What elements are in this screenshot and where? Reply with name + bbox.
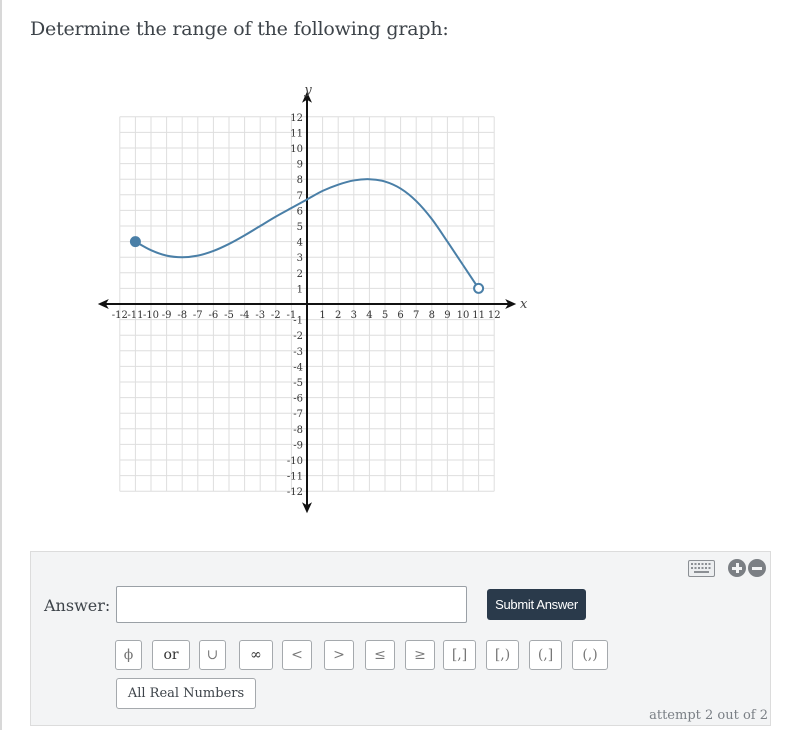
- x-tick-label: -12: [112, 310, 128, 321]
- y-tick-label: 9: [297, 160, 303, 171]
- closed-open-interval-button[interactable]: [,): [486, 640, 519, 670]
- open-open-interval-button[interactable]: (,): [572, 640, 608, 670]
- y-tick-label: 11: [290, 128, 303, 139]
- open-closed-interval-button[interactable]: (,]: [529, 640, 562, 670]
- empty-set-button[interactable]: ϕ: [115, 640, 142, 670]
- y-tick-label: -1: [293, 316, 303, 327]
- x-tick-label: -9: [162, 310, 172, 321]
- x-tick-label: 5: [382, 310, 388, 321]
- closed-endpoint: [129, 236, 141, 248]
- y-axis-label: y: [303, 83, 312, 98]
- open-endpoint: [473, 282, 485, 294]
- y-tick-label: -2: [293, 331, 303, 342]
- x-tick-label: -3: [255, 310, 265, 321]
- y-tick-label: -8: [293, 425, 303, 436]
- y-tick-label: -12: [287, 487, 303, 498]
- x-tick-label: -2: [271, 310, 281, 321]
- greater-than-button[interactable]: >: [324, 640, 354, 670]
- y-tick-label: 7: [297, 191, 303, 202]
- x-tick-label: -11: [127, 310, 143, 321]
- x-tick-label: 10: [457, 310, 470, 321]
- y-tick-label: -10: [287, 456, 303, 467]
- x-tick-label: -5: [224, 310, 234, 321]
- y-tick-label: -6: [293, 394, 303, 405]
- y-tick-label: 10: [290, 144, 303, 155]
- submit-answer-button[interactable]: Submit Answer: [487, 589, 586, 620]
- x-tick-label: 2: [335, 310, 341, 321]
- y-tick-label: -7: [293, 409, 303, 420]
- x-tick-label: -8: [177, 310, 187, 321]
- answer-label: Answer:: [44, 596, 111, 615]
- x-tick-label: 1: [319, 310, 325, 321]
- union-button[interactable]: ∪: [199, 640, 226, 670]
- y-tick-label: 3: [297, 253, 303, 264]
- attempt-counter: attempt 2 out of 2: [649, 708, 768, 723]
- x-tick-label: 9: [444, 310, 450, 321]
- less-or-equal-button[interactable]: ≤: [365, 640, 395, 670]
- less-than-button[interactable]: <: [282, 640, 312, 670]
- y-tick-label: 4: [297, 238, 303, 249]
- closed-closed-interval-button[interactable]: [,]: [443, 640, 476, 670]
- x-tick-label: -6: [209, 310, 219, 321]
- x-tick-label: 7: [413, 310, 419, 321]
- y-tick-label: 1: [297, 284, 303, 295]
- y-tick-label: -4: [293, 362, 303, 373]
- or-button[interactable]: or: [152, 640, 190, 670]
- answer-input[interactable]: [116, 586, 467, 623]
- y-tick-label: 8: [297, 175, 303, 186]
- axes: [97, 91, 517, 514]
- x-axis-label: x: [520, 297, 528, 312]
- x-tick-label: -7: [193, 310, 203, 321]
- infinity-button[interactable]: ∞: [239, 640, 273, 670]
- y-tick-label: 12: [290, 113, 303, 124]
- x-tick-label: 11: [472, 310, 485, 321]
- x-tick-label: 12: [488, 310, 501, 321]
- x-tick-label: -4: [240, 310, 250, 321]
- zoom-out-icon[interactable]: [748, 559, 766, 577]
- y-tick-label: 5: [297, 222, 303, 233]
- y-tick-label: -3: [293, 347, 303, 358]
- x-tick-label: 4: [366, 310, 372, 321]
- zoom-in-icon[interactable]: [728, 559, 746, 577]
- x-tick-label: -10: [143, 310, 159, 321]
- y-tick-label: -11: [287, 472, 303, 483]
- greater-or-equal-button[interactable]: ≥: [405, 640, 435, 670]
- y-tick-label: 2: [297, 269, 303, 280]
- answer-panel: Answer: Submit Answer ϕ or ∪ ∞ < > ≤ ≥ [,] [,) (,]…: [30, 551, 771, 726]
- keyboard-icon[interactable]: [688, 560, 715, 577]
- x-tick-label: 6: [397, 310, 403, 321]
- y-tick-label: -9: [293, 440, 303, 451]
- all-real-numbers-button[interactable]: All Real Numbers: [116, 678, 256, 709]
- x-tick-label: 8: [429, 310, 435, 321]
- y-tick-label: 6: [297, 206, 303, 217]
- function-graph: -12 -11 -10 -9 -8 -7 -6 -5 -4 -3 -2 -1 1 2 3 4 5 6 7 8 9 10 11…: [97, 83, 528, 514]
- y-tick-label: -5: [293, 378, 303, 389]
- x-tick-label: 3: [351, 310, 357, 321]
